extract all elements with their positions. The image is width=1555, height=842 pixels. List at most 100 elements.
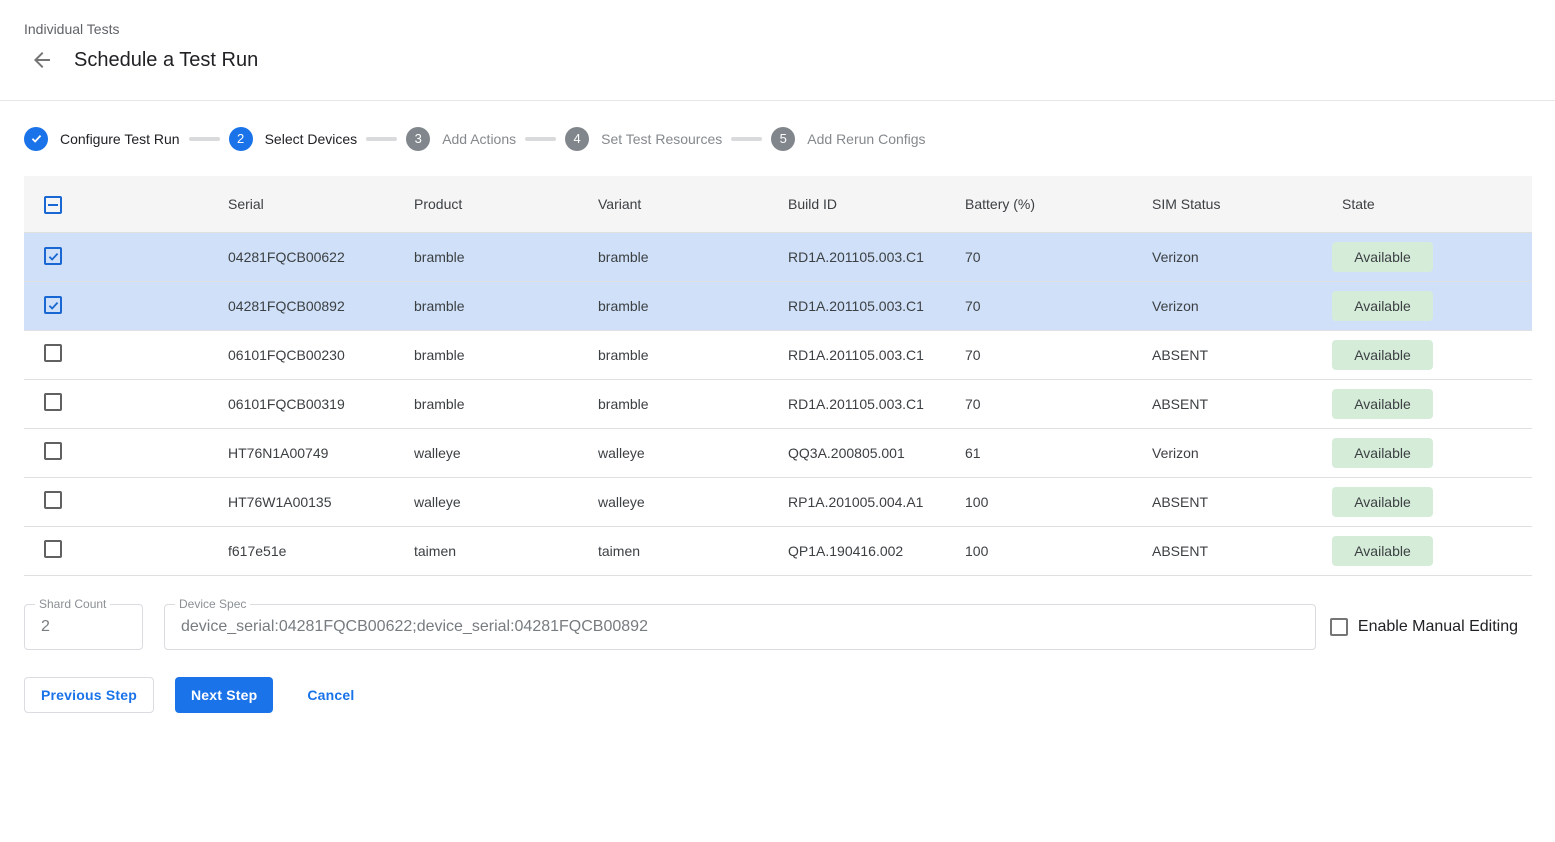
cell-variant: bramble: [578, 330, 768, 379]
device-spec-input[interactable]: [179, 617, 1301, 637]
shard-count-input[interactable]: [39, 617, 128, 637]
cell-variant: bramble: [578, 281, 768, 330]
cell-sim-status: ABSENT: [1132, 379, 1322, 428]
select-all-checkbox[interactable]: [44, 196, 62, 214]
state-badge: Available: [1332, 340, 1433, 370]
stepper-connector: [366, 137, 397, 141]
cell-variant: walleye: [578, 428, 768, 477]
step-label: Configure Test Run: [60, 131, 180, 147]
device-row-f617e51e[interactable]: f617e51etaimentaimenQP1A.190416.002100AB…: [24, 526, 1532, 575]
cell-variant: bramble: [578, 232, 768, 281]
cell-sim-status: Verizon: [1132, 281, 1322, 330]
table-header-row: SerialProductVariantBuild IDBattery (%)S…: [24, 176, 1532, 232]
cell-build-id: RD1A.201105.003.C1: [768, 232, 945, 281]
column-header-product: Product: [394, 176, 578, 232]
title-row: Schedule a Test Run: [24, 46, 1531, 74]
state-badge: Available: [1332, 536, 1433, 566]
step-number-badge: 2: [229, 127, 253, 151]
row-checkbox[interactable]: [44, 442, 62, 460]
device-table: SerialProductVariantBuild IDBattery (%)S…: [24, 176, 1532, 576]
cell-sim-status: ABSENT: [1132, 526, 1322, 575]
cell-battery: 100: [945, 526, 1132, 575]
row-checkbox[interactable]: [44, 491, 62, 509]
state-badge: Available: [1332, 389, 1433, 419]
previous-step-button[interactable]: Previous Step: [24, 677, 154, 713]
column-header-serial: Serial: [208, 176, 394, 232]
cell-product: walleye: [394, 428, 578, 477]
cell-serial: 04281FQCB00622: [208, 232, 394, 281]
action-buttons: Previous Step Next Step Cancel: [24, 677, 1531, 713]
device-row-ht76n1a00749[interactable]: HT76N1A00749walleyewalleyeQQ3A.200805.00…: [24, 428, 1532, 477]
back-button[interactable]: [28, 46, 56, 74]
cell-build-id: RD1A.201105.003.C1: [768, 330, 945, 379]
page-header: Individual Tests Schedule a Test Run: [0, 0, 1555, 100]
cell-product: bramble: [394, 232, 578, 281]
cell-serial: HT76N1A00749: [208, 428, 394, 477]
cell-build-id: QQ3A.200805.001: [768, 428, 945, 477]
arrow-left-icon: [30, 48, 54, 72]
next-step-button[interactable]: Next Step: [175, 677, 273, 713]
cell-battery: 70: [945, 379, 1132, 428]
state-badge: Available: [1332, 438, 1433, 468]
cell-build-id: QP1A.190416.002: [768, 526, 945, 575]
cell-serial: 06101FQCB00319: [208, 379, 394, 428]
device-row-04281fqcb00622[interactable]: 04281FQCB00622bramblebrambleRD1A.201105.…: [24, 232, 1532, 281]
enable-manual-editing-checkbox[interactable]: [1330, 618, 1348, 636]
step-number-badge: 5: [771, 127, 795, 151]
row-checkbox[interactable]: [44, 540, 62, 558]
stepper-connector: [189, 137, 220, 141]
cell-variant: bramble: [578, 379, 768, 428]
device-spec-form: Shard Count Device Spec Enable Manual Ed…: [24, 604, 1531, 650]
cell-variant: walleye: [578, 477, 768, 526]
column-header-battery: Battery (%): [945, 176, 1132, 232]
cell-sim-status: Verizon: [1132, 232, 1322, 281]
cell-battery: 70: [945, 330, 1132, 379]
enable-manual-editing-label: Enable Manual Editing: [1358, 618, 1518, 636]
shard-count-label: Shard Count: [35, 597, 110, 611]
cell-product: bramble: [394, 379, 578, 428]
cell-battery: 61: [945, 428, 1132, 477]
row-checkbox[interactable]: [44, 393, 62, 411]
column-header-state: State: [1322, 176, 1532, 232]
device-row-06101fqcb00319[interactable]: 06101FQCB00319bramblebrambleRD1A.201105.…: [24, 379, 1532, 428]
cell-product: bramble: [394, 281, 578, 330]
device-row-ht76w1a00135[interactable]: HT76W1A00135walleyewalleyeRP1A.201005.00…: [24, 477, 1532, 526]
device-spec-field[interactable]: Device Spec: [164, 604, 1316, 650]
cell-serial: 06101FQCB00230: [208, 330, 394, 379]
step-label: Add Actions: [442, 131, 516, 147]
enable-manual-editing-toggle[interactable]: Enable Manual Editing: [1330, 618, 1518, 636]
cell-sim-status: ABSENT: [1132, 330, 1322, 379]
row-checkbox[interactable]: [44, 247, 62, 265]
cell-battery: 70: [945, 281, 1132, 330]
step-check-icon: [24, 127, 48, 151]
stepper-step-add-actions[interactable]: 3Add Actions: [406, 127, 516, 151]
stepper-connector: [525, 137, 556, 141]
cell-build-id: RD1A.201105.003.C1: [768, 281, 945, 330]
cell-product: walleye: [394, 477, 578, 526]
device-row-06101fqcb00230[interactable]: 06101FQCB00230bramblebrambleRD1A.201105.…: [24, 330, 1532, 379]
cell-build-id: RD1A.201105.003.C1: [768, 379, 945, 428]
cell-battery: 70: [945, 232, 1132, 281]
stepper-step-select-devices[interactable]: 2Select Devices: [229, 127, 358, 151]
state-badge: Available: [1332, 242, 1433, 272]
row-checkbox[interactable]: [44, 296, 62, 314]
cell-sim-status: Verizon: [1132, 428, 1322, 477]
state-badge: Available: [1332, 487, 1433, 517]
stepper-step-set-test-resources[interactable]: 4 Set Test Resources: [565, 127, 722, 151]
row-checkbox[interactable]: [44, 344, 62, 362]
cell-build-id: RP1A.201005.004.A1: [768, 477, 945, 526]
breadcrumb: Individual Tests: [24, 20, 1531, 38]
device-row-04281fqcb00892[interactable]: 04281FQCB00892bramblebrambleRD1A.201105.…: [24, 281, 1532, 330]
step-number-badge: 4: [565, 127, 589, 151]
stepper: Configure Test Run 2Select Devices 3Add Ac…: [0, 101, 1555, 176]
step-label: Set Test Resources: [601, 131, 722, 147]
stepper-step-add-rerun-configs[interactable]: 5 Add Rerun Configs: [771, 127, 925, 151]
cell-serial: f617e51e: [208, 526, 394, 575]
stepper-step-configure-test-run[interactable]: Configure Test Run: [24, 127, 180, 151]
cancel-button[interactable]: Cancel: [291, 677, 370, 713]
step-label: Add Rerun Configs: [807, 131, 925, 147]
shard-count-field[interactable]: Shard Count: [24, 604, 143, 650]
cell-battery: 100: [945, 477, 1132, 526]
state-badge: Available: [1332, 291, 1433, 321]
cell-product: taimen: [394, 526, 578, 575]
